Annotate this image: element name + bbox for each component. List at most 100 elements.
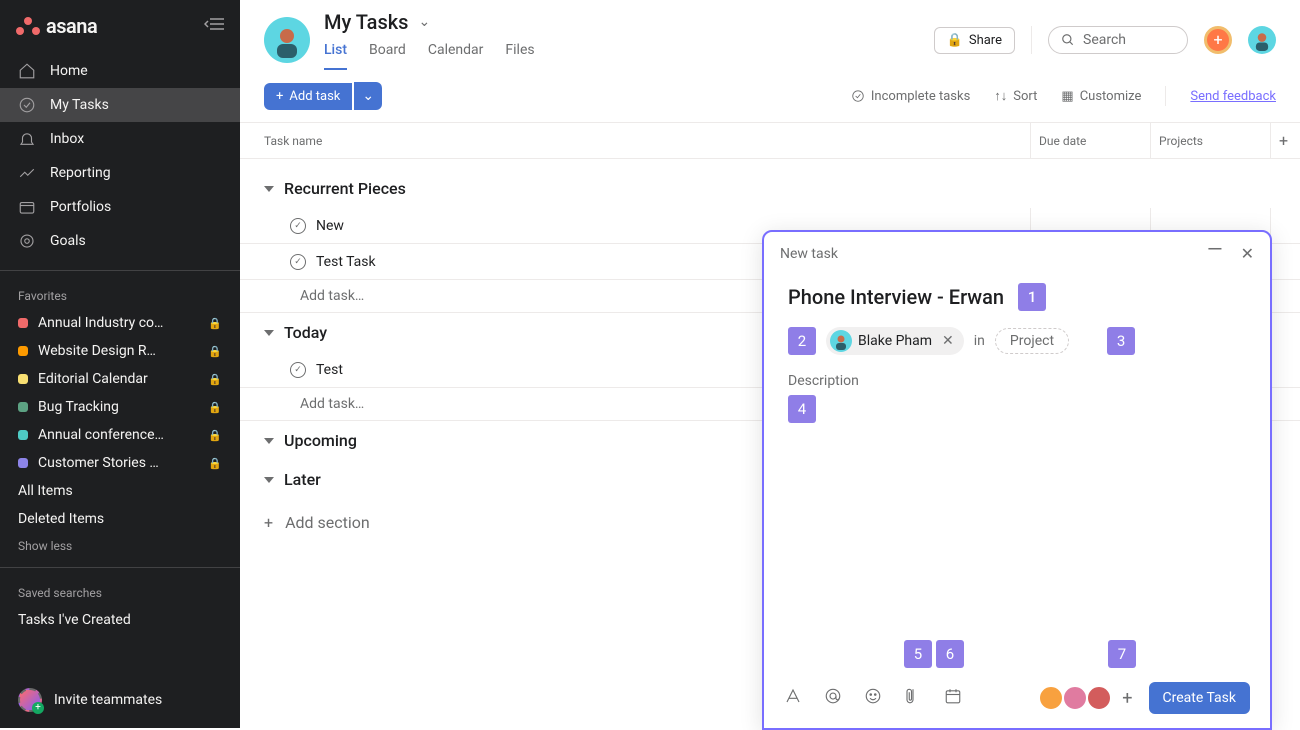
sidebar-header: asana: [0, 0, 240, 50]
saved-searches-list: Tasks I've Created: [0, 606, 240, 634]
add-collaborator-icon[interactable]: +: [1122, 688, 1132, 709]
list-toolbar: + Add task ⌄ Incomplete tasks ↑↓ Sort ▦ …: [240, 70, 1300, 123]
column-due-date[interactable]: Due date: [1030, 123, 1150, 158]
favorite-item[interactable]: Editorial Calendar🔒: [0, 365, 240, 393]
nav-item-reporting[interactable]: Reporting: [0, 156, 240, 190]
plus-icon: +: [264, 513, 273, 532]
collaborator-avatar[interactable]: [1086, 685, 1112, 711]
caret-down-icon: [264, 330, 274, 336]
user-menu-avatar[interactable]: [1248, 26, 1276, 54]
show-less-button[interactable]: Show less: [0, 533, 240, 559]
annotation-badge-1: 1: [1018, 283, 1046, 311]
remove-assignee-icon[interactable]: ✕: [938, 333, 958, 349]
project-chip[interactable]: Project: [995, 328, 1069, 354]
lock-icon: 🔒: [208, 317, 222, 330]
complete-toggle[interactable]: [290, 218, 306, 234]
home-icon: [18, 62, 36, 80]
person-icon: [269, 22, 305, 58]
task-title-input[interactable]: Phone Interview - Erwan: [788, 285, 1004, 309]
grid-icon: ▦: [1061, 89, 1073, 104]
chevron-down-icon[interactable]: ⌄: [418, 14, 430, 30]
person-icon: [1251, 29, 1273, 51]
filter-incomplete[interactable]: Incomplete tasks: [851, 89, 970, 104]
mention-icon[interactable]: [824, 687, 842, 709]
nav-item-home[interactable]: Home: [0, 54, 240, 88]
main-panel: My Tasks ⌄ List Board Calendar Files 🔒 S…: [240, 0, 1300, 728]
caret-down-icon: [264, 477, 274, 483]
favorite-item[interactable]: Bug Tracking🔒: [0, 393, 240, 421]
customize-button[interactable]: ▦ Customize: [1061, 89, 1141, 104]
assignee-avatar-icon: [830, 330, 852, 352]
favorite-item[interactable]: Customer Stories …🔒: [0, 449, 240, 477]
attachment-icon[interactable]: [904, 687, 922, 709]
plus-icon: +: [276, 89, 283, 104]
global-add-button[interactable]: +: [1204, 26, 1232, 54]
description-input[interactable]: [788, 423, 1246, 603]
nav-item-inbox[interactable]: Inbox: [0, 122, 240, 156]
favorite-label: Bug Tracking: [38, 399, 198, 415]
column-add[interactable]: +: [1270, 123, 1300, 158]
minimize-icon[interactable]: —: [1207, 244, 1223, 263]
tab-calendar[interactable]: Calendar: [428, 42, 484, 70]
tab-files[interactable]: Files: [505, 42, 534, 70]
nav-item-goals[interactable]: Goals: [0, 224, 240, 258]
lock-icon: 🔒: [947, 33, 963, 48]
section-header[interactable]: Recurrent Pieces: [240, 169, 1300, 208]
popover-header: New task — ✕: [764, 232, 1270, 275]
color-dot-icon: [18, 430, 28, 440]
collapse-sidebar-icon[interactable]: [204, 17, 224, 35]
complete-toggle[interactable]: [290, 254, 306, 270]
check-circle-icon: [18, 96, 36, 114]
all-items-link[interactable]: All Items: [0, 477, 240, 505]
sort-icon: ↑↓: [994, 88, 1007, 104]
invite-teammates-button[interactable]: + Invite teammates: [0, 672, 240, 728]
caret-down-icon: [264, 438, 274, 444]
lock-icon: 🔒: [208, 429, 222, 442]
annotation-badge-3: 3: [1107, 327, 1135, 355]
tab-list[interactable]: List: [324, 42, 347, 70]
favorites-extra: All Items Deleted Items: [0, 477, 240, 533]
app-logo[interactable]: asana: [16, 14, 97, 38]
favorite-item[interactable]: Annual Industry co… 🔒: [0, 309, 240, 337]
create-task-button[interactable]: Create Task: [1149, 682, 1251, 714]
complete-toggle[interactable]: [290, 362, 306, 378]
assignee-name: Blake Pham: [858, 333, 932, 349]
favorite-label: Annual Industry co…: [38, 315, 198, 331]
annotation-badge-4: 4: [788, 395, 816, 423]
deleted-items-link[interactable]: Deleted Items: [0, 505, 240, 533]
search-input[interactable]: Search: [1048, 26, 1188, 54]
saved-search-item[interactable]: Tasks I've Created: [0, 606, 240, 634]
favorite-item[interactable]: Annual conference… 🔒: [0, 421, 240, 449]
share-label: Share: [969, 33, 1002, 48]
nav-list: Home My Tasks Inbox Reporting Portfolios…: [0, 50, 240, 262]
owner-avatar[interactable]: [264, 17, 310, 63]
nav-item-portfolios[interactable]: Portfolios: [0, 190, 240, 224]
collaborator-avatar[interactable]: [1062, 685, 1088, 711]
favorite-item[interactable]: Website Design R…🔒: [0, 337, 240, 365]
favorite-label: Customer Stories …: [38, 455, 198, 471]
favorite-label: Website Design R…: [38, 343, 198, 359]
task-name: Test: [316, 362, 343, 378]
share-button[interactable]: 🔒 Share: [934, 27, 1015, 54]
send-feedback-link[interactable]: Send feedback: [1190, 89, 1276, 104]
chart-icon: [18, 164, 36, 182]
task-name: Test Task: [316, 254, 376, 270]
bell-icon: [18, 130, 36, 148]
target-icon: [18, 232, 36, 250]
caret-down-icon: [264, 186, 274, 192]
check-circle-icon: [851, 89, 865, 103]
collaborator-avatar[interactable]: [1038, 685, 1064, 711]
close-icon[interactable]: ✕: [1241, 244, 1254, 263]
emoji-icon[interactable]: [864, 687, 882, 709]
due-date-icon[interactable]: [944, 687, 962, 709]
add-task-button[interactable]: + Add task: [264, 83, 352, 110]
assignee-chip[interactable]: Blake Pham ✕: [826, 327, 964, 355]
column-projects[interactable]: Projects: [1150, 123, 1270, 158]
add-task-menu-button[interactable]: ⌄: [354, 82, 382, 110]
format-text-icon[interactable]: [784, 687, 802, 709]
nav-item-my-tasks[interactable]: My Tasks: [0, 88, 240, 122]
favorite-label: Annual conference…: [38, 427, 198, 443]
saved-searches-heading: Saved searches: [0, 576, 240, 606]
tab-board[interactable]: Board: [369, 42, 406, 70]
sort-button[interactable]: ↑↓ Sort: [994, 88, 1037, 104]
